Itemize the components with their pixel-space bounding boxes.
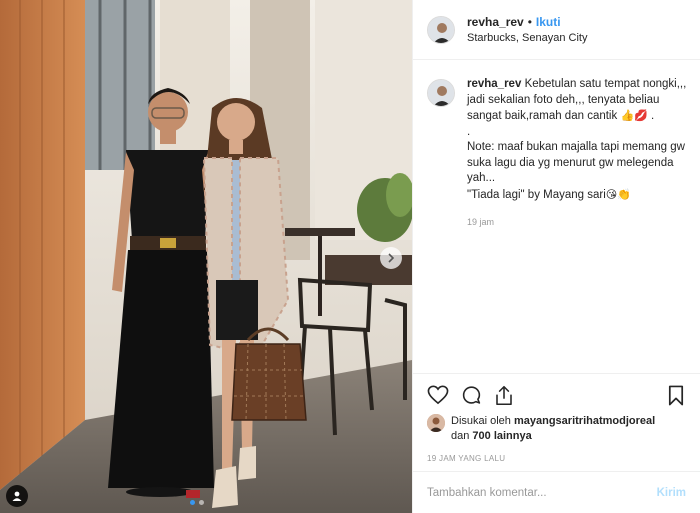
caption-emoji-1: 👍💋	[620, 109, 648, 122]
caption-emoji-2: 😘👏	[605, 187, 631, 201]
follow-button[interactable]: Ikuti	[536, 15, 561, 29]
liker-username[interactable]: mayangsaritrihatmodjoreal	[514, 415, 655, 427]
avatar-image	[428, 80, 454, 106]
comment-form: Kirim	[413, 471, 700, 513]
tagged-users-button[interactable]	[6, 485, 28, 507]
location-link[interactable]: Starbucks, Senayan City	[467, 32, 587, 44]
caption-section: revha_rev Kebetulan satu tempat nongki,,…	[413, 61, 700, 373]
likes-summary: Disukai oleh mayangsaritrihatmodjoreal d…	[427, 414, 688, 444]
post-header: revha_rev • Ikuti Starbucks, Senayan Cit…	[413, 0, 700, 60]
heart-icon	[427, 385, 449, 405]
instagram-post: revha_rev • Ikuti Starbucks, Senayan Cit…	[0, 0, 700, 513]
likes-connector: dan	[451, 430, 470, 442]
comment-input[interactable]	[427, 486, 657, 499]
likes-others-link[interactable]: 700 lainnya	[472, 430, 531, 442]
likes-prefix: Disukai oleh	[451, 415, 514, 427]
liker-avatar-image	[427, 414, 445, 432]
comment-button[interactable]	[461, 385, 482, 406]
avatar[interactable]	[427, 15, 455, 44]
caption-time: 19 jam	[467, 217, 495, 227]
caption-avatar[interactable]	[427, 79, 455, 107]
chevron-right-icon	[388, 253, 395, 263]
save-button[interactable]	[668, 385, 684, 406]
user-tag-icon	[12, 491, 22, 501]
share-button[interactable]	[494, 385, 514, 406]
photo-scene	[0, 0, 412, 513]
caption-username[interactable]: revha_rev	[467, 78, 521, 90]
carousel-dot	[199, 500, 204, 505]
caption: revha_rev Kebetulan satu tempat nongki,,…	[467, 77, 688, 373]
comment-icon	[462, 385, 481, 404]
carousel-dots	[190, 500, 204, 505]
username-link[interactable]: revha_rev	[467, 15, 524, 29]
post-actions: Disukai oleh mayangsaritrihatmodjoreal d…	[413, 373, 700, 463]
separator-dot: •	[527, 15, 532, 29]
carousel-next-button[interactable]	[380, 247, 402, 269]
post-comment-button[interactable]: Kirim	[657, 487, 686, 499]
post-timestamp: 19 JAM YANG LALU	[427, 454, 506, 463]
post-photo[interactable]	[0, 0, 412, 513]
post-sidebar: revha_rev • Ikuti Starbucks, Senayan Cit…	[412, 0, 700, 513]
avatar-image	[428, 16, 454, 43]
like-button[interactable]	[427, 385, 449, 405]
bookmark-icon	[668, 385, 684, 405]
liker-avatar[interactable]	[427, 414, 445, 432]
share-icon	[496, 385, 512, 405]
carousel-dot-active	[190, 500, 195, 505]
caption-text-part2: . . Note: maaf bukan majalla tapi memang…	[467, 110, 685, 201]
